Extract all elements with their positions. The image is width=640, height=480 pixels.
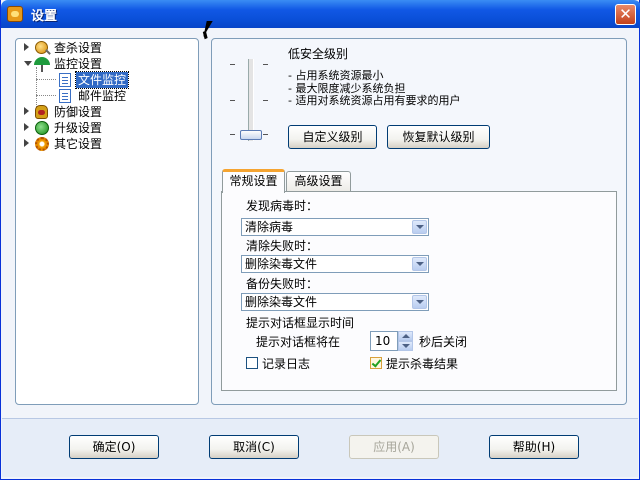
selected-value: 删除染毒文件 <box>245 257 318 271</box>
backup-failed-label: 备份失败时： <box>246 277 319 291</box>
window-title: 设置 <box>31 9 58 24</box>
scan-icon <box>35 41 48 54</box>
log-checkbox[interactable] <box>246 357 258 369</box>
dialog-time-label: 提示对话框显示时间 <box>246 316 355 330</box>
document-icon <box>59 73 71 87</box>
clean-failed-label: 清除失败时： <box>246 239 319 253</box>
virus-found-select[interactable]: 清除病毒 <box>241 218 429 236</box>
title-bar[interactable]: 设置 ✕ <box>1 0 640 28</box>
expand-arrow-icon[interactable] <box>24 139 29 147</box>
close-button[interactable]: ✕ <box>615 4 636 25</box>
virus-found-label: 发现病毒时： <box>246 199 319 213</box>
cancel-button[interactable]: 取消(C) <box>209 435 299 459</box>
expand-arrow-icon[interactable] <box>24 123 29 131</box>
expand-arrow-icon[interactable] <box>24 43 29 51</box>
tree-item-other[interactable]: 其它设置 <box>24 136 194 152</box>
custom-level-button[interactable]: 自定义级别 <box>288 125 377 149</box>
restore-default-level-button[interactable]: 恢复默认级别 <box>387 125 490 149</box>
log-checkbox-label: 记录日志 <box>262 357 311 371</box>
tree-item-label: 监控设置 <box>54 57 103 71</box>
dialog-seconds-input[interactable]: 10 <box>370 331 398 351</box>
spin-up-icon[interactable] <box>398 331 413 341</box>
settings-tree: 查杀设置 监控设置 文件监控 邮件监控 防御设置 升级设置 其它设置 <box>15 38 199 405</box>
tree-item-label: 其它设置 <box>54 137 103 151</box>
selected-value: 删除染毒文件 <box>245 295 318 309</box>
dropdown-arrow-icon[interactable] <box>412 220 427 234</box>
tree-item-label: 查杀设置 <box>54 41 103 55</box>
backup-failed-select[interactable]: 删除染毒文件 <box>241 293 429 311</box>
dialog-suffix-label: 秒后关闭 <box>419 335 468 349</box>
tree-item-label: 文件监控 <box>74 71 130 89</box>
glove-icon <box>35 105 48 119</box>
tree-item-label: 防御设置 <box>54 105 103 119</box>
app-lion-icon <box>7 6 23 22</box>
dialog-prefix-label: 提示对话框将在 <box>256 335 341 349</box>
selected-value: 清除病毒 <box>245 220 294 234</box>
tree-item-defense[interactable]: 防御设置 <box>24 104 194 120</box>
expand-arrow-icon[interactable] <box>24 107 29 115</box>
tree-item-label: 升级设置 <box>54 121 103 135</box>
spin-down-icon[interactable] <box>398 341 413 351</box>
tree-item-label: 邮件监控 <box>78 89 127 103</box>
clean-failed-select[interactable]: 删除染毒文件 <box>241 255 429 273</box>
tree-item-scan[interactable]: 查杀设置 <box>24 40 194 56</box>
tree-item-monitor[interactable]: 监控设置 <box>24 56 194 72</box>
tree-item-file-monitor[interactable]: 文件监控 <box>56 71 166 89</box>
dropdown-arrow-icon[interactable] <box>412 257 427 271</box>
security-level-title: 低安全级别 <box>288 47 349 61</box>
slider-track[interactable] <box>248 59 254 141</box>
show-result-checkbox[interactable] <box>370 357 382 369</box>
slider-thumb[interactable] <box>240 130 262 140</box>
umbrella-icon <box>34 57 50 72</box>
apply-button[interactable]: 应用(A) <box>349 435 439 459</box>
show-result-checkbox-label: 提示杀毒结果 <box>386 357 459 371</box>
level-description-line: - 占用系统资源最小 <box>288 69 384 82</box>
tab-general[interactable]: 常规设置 <box>222 169 285 193</box>
collapse-arrow-icon[interactable] <box>24 61 32 66</box>
gear-icon <box>35 137 49 151</box>
settings-window: 设置 ✕ 查杀设置 监控设置 文件监控 邮件监控 防御设置 升级设置 其它设置 … <box>0 0 640 480</box>
document-icon <box>59 89 71 103</box>
level-description-line: - 适用对系统资源占用有要求的用户 <box>288 94 461 107</box>
tree-item-mail-monitor[interactable]: 邮件监控 <box>56 88 166 104</box>
update-icon <box>35 121 49 135</box>
tree-item-update[interactable]: 升级设置 <box>24 120 194 136</box>
help-button[interactable]: 帮助(H) <box>489 435 579 459</box>
ok-button[interactable]: 确定(O) <box>69 435 159 459</box>
tab-advanced[interactable]: 高级设置 <box>286 171 351 192</box>
dropdown-arrow-icon[interactable] <box>412 295 427 309</box>
